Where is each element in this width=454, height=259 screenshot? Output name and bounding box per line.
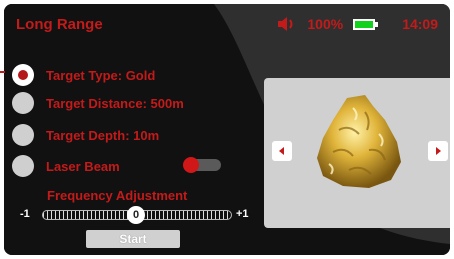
selection-marker <box>0 71 5 73</box>
radio-laser-beam[interactable] <box>12 155 34 177</box>
image-panel <box>264 78 450 228</box>
battery-icon <box>353 18 379 30</box>
slider-min-label: -1 <box>20 208 30 220</box>
option-label: Target Type: Gold <box>46 67 156 83</box>
option-label: Laser Beam <box>46 158 120 174</box>
page-title: Long Range <box>16 16 103 33</box>
toggle-knob[interactable] <box>183 157 199 173</box>
option-label: Target Depth: 10m <box>46 127 160 143</box>
option-label: Target Distance: 500m <box>46 95 184 111</box>
next-image-button[interactable] <box>428 141 448 161</box>
frequency-slider[interactable]: -1 0 +1 <box>12 206 252 226</box>
frequency-title: Frequency Adjustment <box>47 188 188 203</box>
option-target-distance[interactable]: Target Distance: 500m <box>12 92 184 114</box>
laser-beam-toggle[interactable] <box>183 157 221 173</box>
radio-target-distance[interactable] <box>12 92 34 114</box>
slider-max-label: +1 <box>236 208 249 220</box>
option-target-depth[interactable]: Target Depth: 10m <box>12 124 159 146</box>
clock: 14:09 <box>402 16 438 32</box>
start-button[interactable]: Start <box>86 230 180 248</box>
gold-nugget-image <box>317 95 401 188</box>
radio-target-type[interactable] <box>12 64 34 86</box>
speaker-icon[interactable] <box>277 16 297 32</box>
previous-image-button[interactable] <box>272 141 292 161</box>
slider-thumb[interactable]: 0 <box>127 206 145 224</box>
volume-level: 100% <box>307 16 344 32</box>
radio-target-depth[interactable] <box>12 124 34 146</box>
chevron-left-icon <box>279 147 284 155</box>
option-target-type[interactable]: Target Type: Gold <box>12 64 155 86</box>
option-laser-beam[interactable]: Laser Beam <box>12 155 120 177</box>
status-bar: 100% 14:09 <box>277 16 438 32</box>
chevron-right-icon <box>436 147 441 155</box>
